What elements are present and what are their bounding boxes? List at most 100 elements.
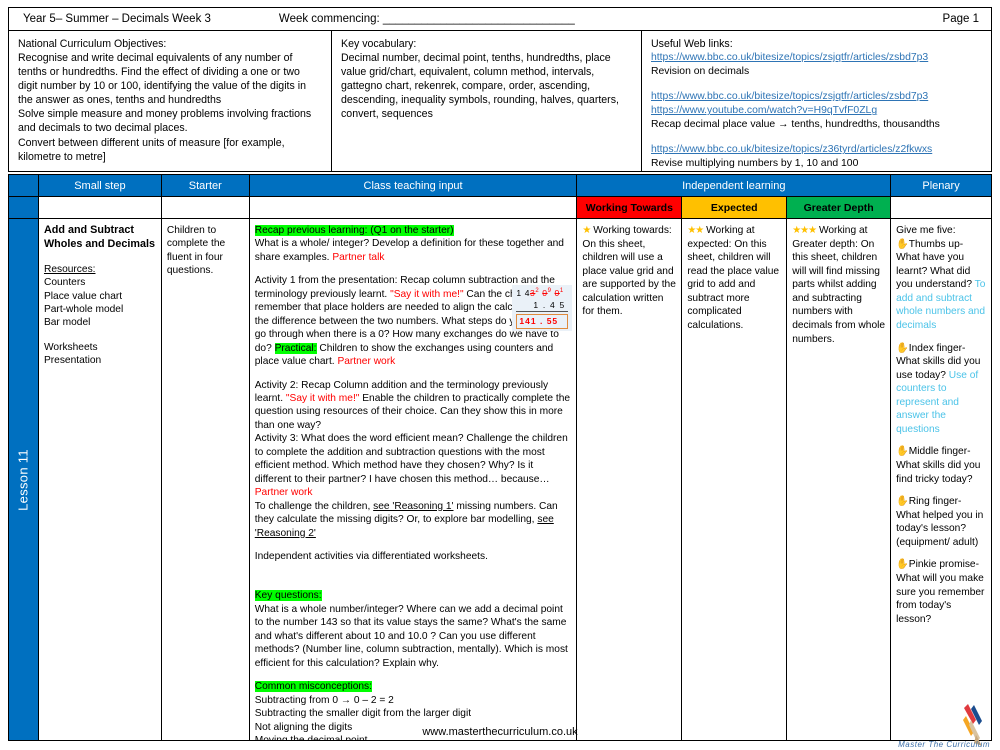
recap-body-wrap: What is a whole/ integer? Develop a defi… <box>255 237 572 264</box>
web-caption-1: Revision on decimals <box>651 66 750 78</box>
table-header-row: Small step Starter Class teaching input … <box>9 175 991 197</box>
activity2-wrap: Activity 2: Recap Column addition and th… <box>255 379 572 433</box>
subheader-lesson-spacer <box>9 197 39 219</box>
hand-icon: ✋ <box>896 238 909 250</box>
star-rating-expected: ★★ <box>687 225 704 236</box>
subheader-starter-spacer <box>161 197 250 219</box>
plenary-gap-2 <box>896 486 986 495</box>
header-starter: Starter <box>161 175 250 197</box>
lesson-label: Lesson 11 <box>15 448 31 511</box>
lesson-number-strip: Lesson 11 <box>9 219 39 740</box>
challenge-wrap: To challenge the children, see 'Reasonin… <box>255 500 572 540</box>
header-plenary: Plenary <box>891 175 991 197</box>
calc-minuend-row: 1 432 09 01 <box>516 288 564 298</box>
table-body-row: Lesson 11 Add and Subtract Wholes and De… <box>9 219 991 740</box>
nc-line-3: Convert between different units of measu… <box>18 136 285 163</box>
activity1-say-it: "Say it with me!" <box>390 288 464 300</box>
plenary-item-0: ✋Thumbs up- What have you learnt? What d… <box>896 238 986 333</box>
working-towards-label: Working towards: <box>593 225 672 236</box>
cell-small-step: Add and Subtract Wholes and Decimals Res… <box>39 219 162 740</box>
web-spacer-2 <box>651 132 982 143</box>
nc-heading: National Curriculum Objectives: <box>18 38 167 50</box>
logo-caption: Master The Curriculum <box>898 740 990 749</box>
misconception-3: Moving the decimal point <box>255 734 572 740</box>
calc-subtrahend-row: 1 . 4 5 <box>516 300 569 313</box>
cell-working-towards: ★ Working towards: On this sheet, childr… <box>577 219 683 740</box>
header-independent-learning: Independent learning <box>577 175 892 197</box>
web-caption-3: Revise multiplying numbers by 1, 10 and … <box>651 158 859 170</box>
key-questions-heading: Key questions: <box>254 590 322 602</box>
band-greater-depth: Greater Depth <box>787 197 892 219</box>
subheader-class-spacer <box>249 197 578 219</box>
activity1-practical: Practical: <box>274 342 317 354</box>
info-row: National Curriculum Objectives: Recognis… <box>8 30 992 172</box>
calc-answer-row: 141 . 55 <box>516 314 569 329</box>
hand-icon: ✋ <box>896 559 909 571</box>
resource-item-0: Counters <box>43 277 86 289</box>
subheader-small-step-spacer <box>38 197 162 219</box>
national-curriculum-cell: National Curriculum Objectives: Recognis… <box>9 31 332 171</box>
cell-greater-depth: ★★★ Working at Greater depth: On this sh… <box>787 219 892 740</box>
working-towards-text: On this sheet, children will use a place… <box>582 238 676 318</box>
web-link-2[interactable]: https://www.bbc.co.uk/bitesize/topics/zs… <box>651 90 982 104</box>
activity3-text: Activity 3: What does the word efficient… <box>254 433 568 485</box>
band-working-towards: Working Towards <box>577 197 683 219</box>
misconception-2: Not aligning the digits <box>254 721 353 733</box>
plenary-heading: Give me five: <box>896 225 956 236</box>
cell-plenary: Give me five: ✋Thumbs up- What have you … <box>891 219 991 740</box>
useful-web-links-cell: Useful Web links: https://www.bbc.co.uk/… <box>642 31 991 171</box>
plenary-prompt-4: Pinkie promise- What will you make sure … <box>896 559 985 625</box>
web-link-4[interactable]: https://www.bbc.co.uk/bitesize/topics/z3… <box>651 143 982 157</box>
small-step-gap <box>44 330 156 341</box>
ct-gap-5 <box>255 670 572 680</box>
resource-item-1: Place value chart <box>43 290 123 302</box>
ct-gap-2 <box>255 369 572 379</box>
nc-line-1: Recognise and write decimal equivalents … <box>18 52 306 107</box>
plenary-gap-3 <box>896 549 986 558</box>
header-small-step: Small step <box>38 175 162 197</box>
star-rating-working-towards: ★ <box>582 225 591 236</box>
ct-gap-4 <box>255 563 572 589</box>
recap-partner-talk: Partner talk <box>332 251 385 263</box>
expected-text: On this sheet, children will read the pl… <box>687 238 780 331</box>
resource-item-2: Part-whole model <box>43 303 124 315</box>
recap-body: What is a whole/ integer? Develop a defi… <box>254 238 564 263</box>
small-step-title: Add and Subtract Wholes and Decimals <box>43 224 155 250</box>
activity3-wrap: Activity 3: What does the word efficient… <box>255 432 572 486</box>
kv-text: Decimal number, decimal point, tenths, h… <box>341 52 619 121</box>
plenary-prompt-2: Middle finger- What skills did you find … <box>896 446 981 485</box>
plenary-gap-1 <box>896 436 986 445</box>
page-number: Page 1 <box>942 13 979 25</box>
key-questions-body: What is a whole number/integer? Where ca… <box>254 603 568 669</box>
reasoning-1-link[interactable]: see 'Reasoning 1' <box>373 501 453 512</box>
extra-item-0: Worksheets <box>43 341 98 353</box>
kv-heading: Key vocabulary: <box>341 38 417 50</box>
column-subtraction-figure: 1 432 09 01 1 . 4 5 141 . 55 <box>512 285 573 331</box>
subheader-plenary-spacer <box>891 197 991 219</box>
web-link-1[interactable]: https://www.bbc.co.uk/bitesize/topics/zs… <box>651 51 982 65</box>
web-link-3[interactable]: https://www.youtube.com/watch?v=H9qTvfF0… <box>651 104 982 118</box>
starter-text: Children to complete the fluent in four … <box>166 225 226 277</box>
activity3-partner-work: Partner work <box>254 487 313 499</box>
plenary-prompt-3: Ring finger- What helped you in today's … <box>896 496 984 548</box>
plenary-item-3: ✋Ring finger- What helped you in today's… <box>896 495 986 549</box>
week-commencing-field: Week commencing: _______________________… <box>278 13 575 25</box>
misconceptions-heading-wrap: Common misconceptions: <box>254 680 572 693</box>
activity1-partner-work: Partner work <box>337 356 396 368</box>
key-vocabulary-cell: Key vocabulary: Decimal number, decimal … <box>332 31 642 171</box>
header-class-teaching: Class teaching input <box>249 175 578 197</box>
activity3-partner-wrap: Partner work <box>255 486 572 499</box>
resource-item-3: Bar model <box>43 317 91 329</box>
key-questions-heading-wrap: Key questions: <box>254 589 572 602</box>
hand-icon: ✋ <box>896 446 909 458</box>
table-subheader-row: Working Towards Expected Greater Depth <box>9 197 991 219</box>
recap-heading: Recap previous learning: (Q1 on the star… <box>254 225 454 236</box>
extra-item-1: Presentation <box>43 355 102 367</box>
web-spacer-1 <box>651 79 982 90</box>
hand-icon: ✋ <box>896 496 909 508</box>
web-heading: Useful Web links: <box>651 38 733 50</box>
greater-depth-text: On this sheet, children will will find m… <box>792 238 886 345</box>
activity2-say-it: "Say it with me!" <box>285 392 360 404</box>
plenary-item-2: ✋Middle finger- What skills did you find… <box>896 445 986 486</box>
web-caption-2: Recap decimal place value → tenths, hund… <box>651 119 940 131</box>
